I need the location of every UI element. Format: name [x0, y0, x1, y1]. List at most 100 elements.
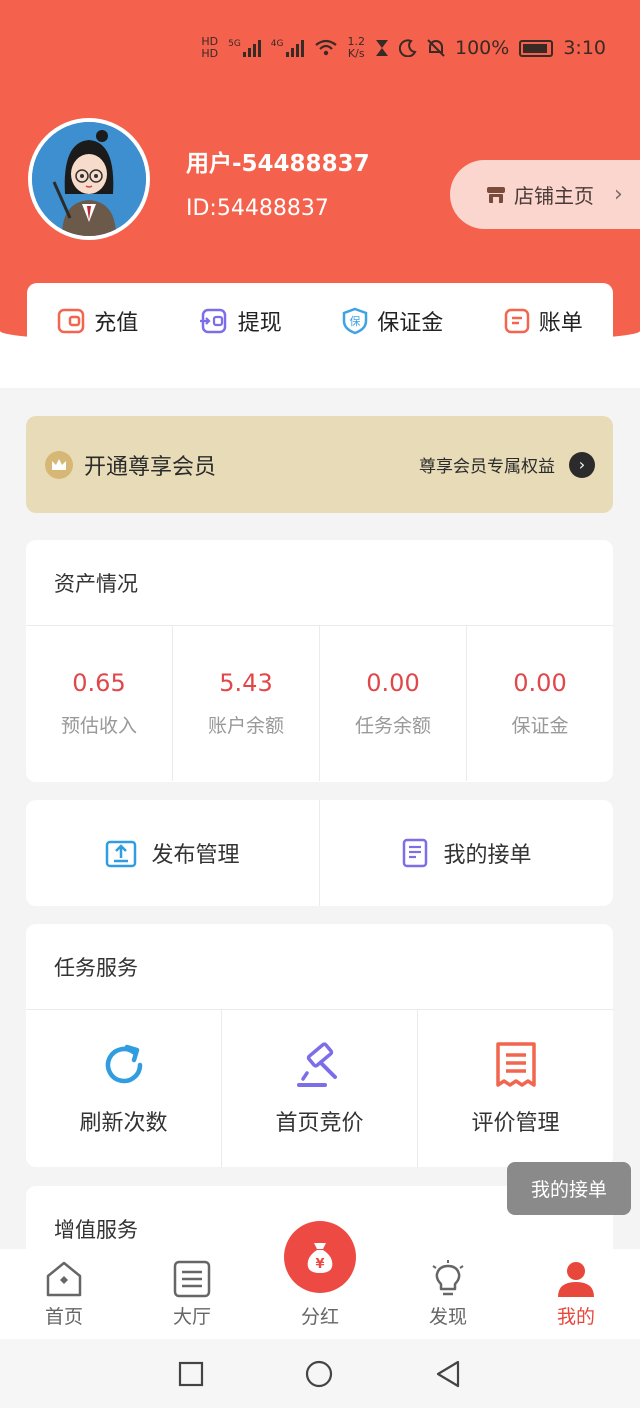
back-nav-icon[interactable]	[434, 1359, 462, 1389]
tab-mine-label: 我的	[556, 1306, 595, 1328]
my-orders-label: 我的接单	[443, 843, 532, 868]
hd2-label: HD	[201, 47, 219, 60]
refresh-count-button[interactable]: 刷新次数	[26, 1010, 222, 1167]
vip-banner[interactable]: 开通尊享会员 尊享会员专属权益 ›	[26, 416, 613, 513]
money-bag-icon: ¥	[307, 1243, 333, 1273]
network-speed: 1.2 K/s	[348, 36, 366, 60]
assets-title: 资产情况	[26, 540, 613, 626]
tab-home[interactable]: 首页	[0, 1249, 128, 1339]
asset-label: 账户余额	[207, 715, 284, 737]
user-icon	[558, 1262, 594, 1297]
net1-label: 5G	[228, 39, 241, 49]
asset-value: 0.65	[72, 669, 126, 697]
shop-home-button[interactable]: 店铺主页 ›	[450, 160, 640, 229]
chevron-right-icon: ›	[614, 182, 623, 207]
task-service-card: 任务服务 刷新次数 首页竞价 评价管理	[26, 924, 613, 1167]
asset-label: 保证金	[511, 715, 569, 737]
refresh-icon	[105, 1044, 142, 1083]
svg-text:保: 保	[350, 314, 361, 328]
assets-card: 资产情况 0.65 预估收入 5.43 账户余额 0.00 任务余额 0.00 …	[26, 540, 613, 782]
tab-mine[interactable]: 我的	[512, 1249, 640, 1339]
hall-list-icon	[173, 1260, 211, 1298]
tab-dividend[interactable]: ¥ 分红	[256, 1221, 384, 1339]
net2-label: 4G	[270, 39, 284, 49]
user-name: 用户-54488837	[186, 151, 370, 177]
asset-value: 0.00	[366, 669, 420, 697]
clock: 3:10	[563, 37, 606, 59]
shop-home-label: 店铺主页	[514, 184, 594, 208]
wifi-icon	[314, 39, 337, 56]
status-bar: HD HD 5G 4G 1.2 K/s 100% 3:10	[201, 30, 606, 66]
tab-discover[interactable]: 发现	[384, 1249, 512, 1339]
withdraw-button[interactable]: 提现	[199, 305, 282, 337]
vip-title: 开通尊享会员	[84, 454, 217, 480]
vip-benefits-link[interactable]: 尊享会员专属权益 ›	[419, 451, 595, 478]
upload-icon	[106, 840, 137, 868]
manage-card: 发布管理 我的接单	[26, 800, 613, 906]
review-manage-label: 评价管理	[471, 1110, 560, 1136]
asset-account-balance[interactable]: 5.43 账户余额	[173, 626, 320, 781]
svg-text:¥: ¥	[315, 1257, 324, 1272]
my-orders-button[interactable]: 我的接单	[320, 800, 613, 906]
crown-icon	[45, 450, 73, 479]
avatar-image	[32, 122, 146, 236]
home-icon	[46, 1261, 82, 1297]
toast-message: 我的接单	[507, 1162, 631, 1215]
bill-label: 账单	[538, 311, 583, 336]
asset-value: 0.00	[513, 669, 567, 697]
deposit-label: 保证金	[377, 311, 444, 336]
bill-icon	[504, 308, 529, 334]
withdraw-label: 提现	[237, 311, 282, 336]
tab-home-label: 首页	[44, 1306, 83, 1328]
task-service-title: 任务服务	[26, 924, 613, 1010]
battery-icon	[519, 39, 554, 57]
signal-bars-icon	[242, 39, 261, 57]
asset-estimated-income[interactable]: 0.65 预估收入	[26, 626, 173, 781]
asset-label: 预估收入	[60, 715, 137, 737]
asset-label: 任务余额	[354, 715, 431, 737]
tab-hall[interactable]: 大厅	[128, 1249, 256, 1339]
home-nav-icon[interactable]	[304, 1359, 334, 1389]
avatar[interactable]	[28, 118, 150, 240]
asset-deposit[interactable]: 0.00 保证金	[467, 626, 613, 781]
assets-row: 0.65 预估收入 5.43 账户余额 0.00 任务余额 0.00 保证金	[26, 626, 613, 781]
tab-discover-label: 发现	[428, 1306, 467, 1328]
refresh-count-label: 刷新次数	[79, 1110, 168, 1136]
tab-dividend-label: 分红	[300, 1306, 339, 1328]
bottom-tab-bar: 首页 大厅 ¥ 分红 发现 我的	[0, 1221, 640, 1339]
tab-hall-label: 大厅	[172, 1306, 211, 1328]
recharge-label: 充值	[94, 311, 139, 336]
recharge-icon	[57, 308, 85, 334]
order-list-icon	[403, 838, 428, 868]
system-nav-bar	[0, 1339, 640, 1408]
battery-percent: 100%	[455, 37, 510, 59]
bill-button[interactable]: 账单	[504, 305, 583, 337]
hd-indicators: HD HD	[201, 36, 218, 60]
review-manage-button[interactable]: 评价管理	[418, 1010, 613, 1167]
homepage-bidding-label: 首页竞价	[275, 1110, 364, 1136]
chevron-right-icon: ›	[569, 451, 595, 478]
asset-value: 5.43	[219, 669, 273, 697]
quick-actions-card: 充值 提现 保 保证金 账单	[27, 283, 613, 353]
asset-task-balance[interactable]: 0.00 任务余额	[320, 626, 467, 781]
mute-bell-icon	[427, 39, 445, 57]
moon-icon	[399, 39, 417, 57]
signal-5g: 5G	[228, 39, 261, 57]
vip-benefits-label: 尊享会员专属权益	[419, 457, 555, 477]
publish-manage-label: 发布管理	[151, 843, 240, 868]
signal-4g: 4G	[271, 39, 304, 57]
shop-icon	[487, 186, 505, 203]
review-receipt-icon	[495, 1041, 536, 1087]
recent-apps-icon[interactable]	[178, 1361, 204, 1387]
deposit-button[interactable]: 保 保证金	[342, 305, 443, 337]
signal-bars-icon	[285, 39, 304, 57]
hourglass-icon	[376, 40, 388, 56]
speed-unit: K/s	[347, 47, 365, 60]
task-service-row: 刷新次数 首页竞价 评价管理	[26, 1010, 613, 1167]
user-id: ID:54488837	[186, 196, 329, 221]
deposit-shield-icon: 保	[342, 307, 368, 335]
homepage-bidding-button[interactable]: 首页竞价	[222, 1010, 418, 1167]
auction-hammer-icon	[296, 1041, 337, 1087]
publish-manage-button[interactable]: 发布管理	[26, 800, 320, 906]
recharge-button[interactable]: 充值	[57, 305, 138, 337]
